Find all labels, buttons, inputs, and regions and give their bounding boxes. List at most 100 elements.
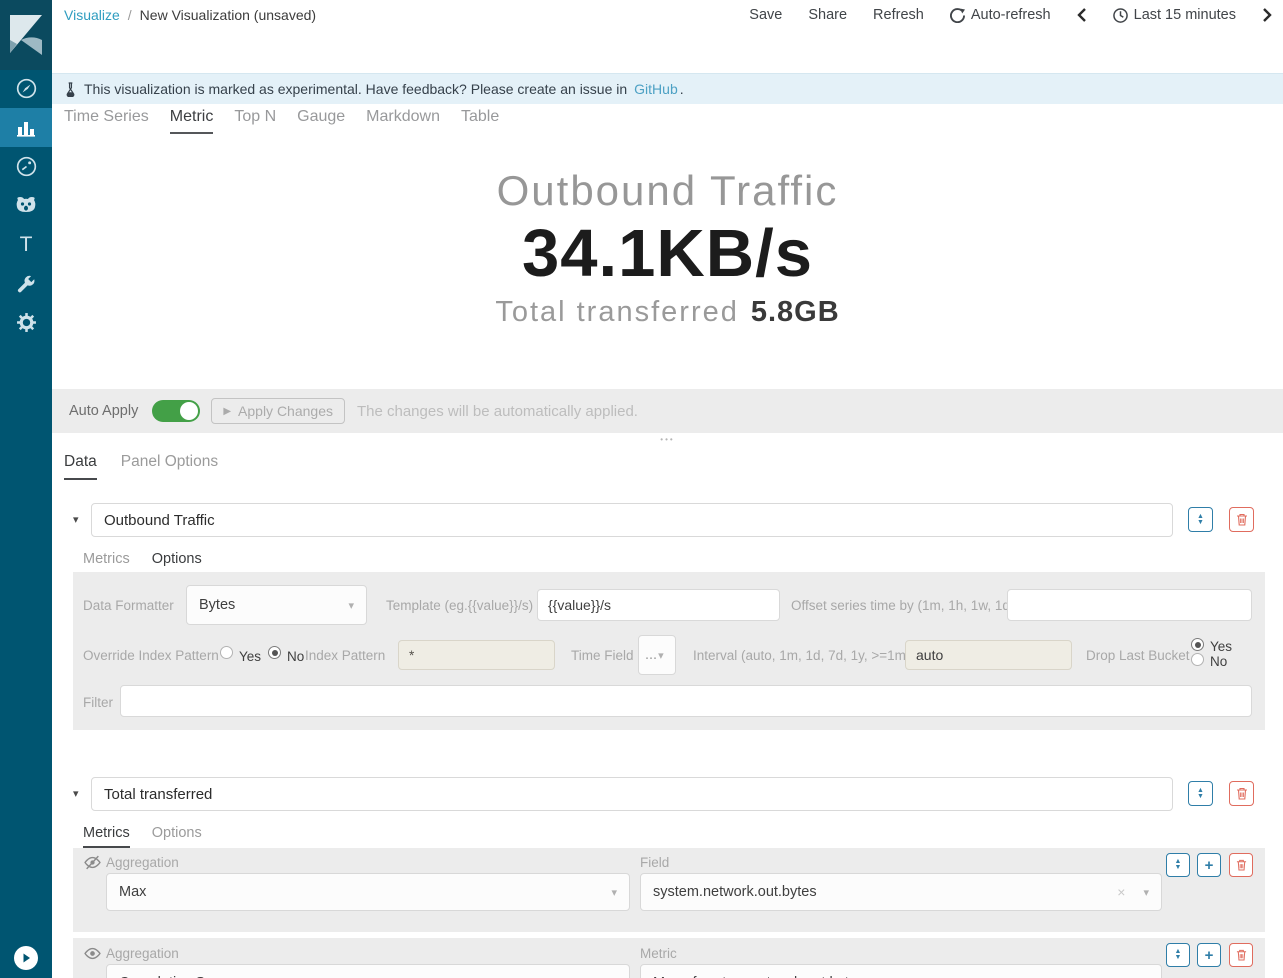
metric-delete-button[interactable] xyxy=(1229,943,1253,967)
override-no-radio[interactable] xyxy=(268,646,281,659)
drop-no-radio[interactable] xyxy=(1191,653,1204,666)
chevron-right-icon xyxy=(1262,8,1272,22)
sidebar: T xyxy=(0,0,52,978)
play-icon xyxy=(21,953,31,963)
tab-metric[interactable]: Metric xyxy=(170,108,214,134)
sidebar-collapse-button[interactable] xyxy=(14,946,38,970)
tab-panel-options[interactable]: Panel Options xyxy=(121,453,218,480)
sort-arrows-icon: ▲▼ xyxy=(1175,859,1182,871)
sidebar-item-monitoring[interactable] xyxy=(0,186,52,225)
field-value: system.network.out.bytes xyxy=(653,884,817,900)
play-icon: ▶ xyxy=(223,406,231,417)
series1-tab-options[interactable]: Options xyxy=(152,551,202,574)
face-icon xyxy=(15,196,37,216)
save-button[interactable]: Save xyxy=(749,7,782,23)
metric-combo[interactable]: Max of system network out bytes × ▾ xyxy=(640,964,1162,978)
series1-tab-metrics[interactable]: Metrics xyxy=(83,551,130,574)
tab-time-series[interactable]: Time Series xyxy=(64,108,149,134)
metric-secondary-label: Total transferred xyxy=(495,296,739,328)
override-yes-radio[interactable] xyxy=(220,646,233,659)
experimental-banner: This visualization is marked as experime… xyxy=(52,73,1283,104)
series1-sub-tabs: Metrics Options xyxy=(83,551,202,574)
series2-collapse-caret[interactable]: ▾ xyxy=(73,787,79,800)
tab-table[interactable]: Table xyxy=(461,108,499,134)
filter-label: Filter xyxy=(83,695,113,710)
github-link[interactable]: GitHub xyxy=(634,81,678,97)
offset-input[interactable] xyxy=(1007,589,1252,621)
data-formatter-select[interactable]: Bytes ▾ xyxy=(186,585,367,625)
sort-arrows-icon: ▲▼ xyxy=(1197,514,1204,526)
aggregation-select[interactable]: Cumulative Sum ▾ xyxy=(106,964,630,978)
tab-gauge[interactable]: Gauge xyxy=(297,108,345,134)
metric-sort-button[interactable]: ▲▼ xyxy=(1166,943,1190,967)
kibana-logo[interactable] xyxy=(0,0,52,70)
eye-icon[interactable] xyxy=(84,945,101,967)
series2-tab-metrics[interactable]: Metrics xyxy=(83,825,130,848)
override-index-pattern-label: Override Index Pattern xyxy=(83,648,219,663)
tab-markdown[interactable]: Markdown xyxy=(366,108,440,134)
field-label: Field xyxy=(640,855,669,870)
share-button[interactable]: Share xyxy=(808,7,847,23)
series2-label-input[interactable] xyxy=(91,777,1173,811)
eye-slash-icon[interactable] xyxy=(84,854,101,876)
time-picker-button[interactable]: Last 15 minutes xyxy=(1113,7,1236,23)
auto-apply-toggle[interactable] xyxy=(152,400,200,422)
sidebar-item-visualize[interactable] xyxy=(0,108,52,147)
refresh-button[interactable]: Refresh xyxy=(873,7,924,23)
sidebar-item-discover[interactable] xyxy=(0,69,52,108)
field-combo[interactable]: system.network.out.bytes × ▾ xyxy=(640,873,1162,911)
tab-data[interactable]: Data xyxy=(64,453,97,480)
series2-tab-options[interactable]: Options xyxy=(152,825,202,848)
plus-icon: + xyxy=(1205,948,1214,963)
sidebar-item-dashboard[interactable] xyxy=(0,147,52,186)
metric-row: Aggregation Max ▾ Field system.network.o… xyxy=(73,848,1265,932)
override-no-label[interactable]: No xyxy=(287,649,304,664)
apply-changes-button[interactable]: ▶ Apply Changes xyxy=(211,398,345,424)
data-formatter-value: Bytes xyxy=(199,597,235,613)
series1-collapse-caret[interactable]: ▾ xyxy=(73,513,79,526)
metric-sort-button[interactable]: ▲▼ xyxy=(1166,853,1190,877)
series1-label-input[interactable] xyxy=(91,503,1173,537)
sidebar-item-timelion[interactable]: T xyxy=(0,225,52,264)
series2-delete-button[interactable] xyxy=(1229,781,1254,806)
filter-input[interactable] xyxy=(120,685,1252,717)
data-formatter-label: Data Formatter xyxy=(83,598,174,613)
panel-drag-handle[interactable]: ••• xyxy=(52,435,1283,444)
chevron-down-icon: ▾ xyxy=(1143,886,1149,899)
interval-input[interactable] xyxy=(905,640,1072,670)
aggregation-select[interactable]: Max ▾ xyxy=(106,873,630,911)
auto-refresh-button[interactable]: Auto-refresh xyxy=(950,7,1051,23)
letter-t-icon: T xyxy=(20,233,33,257)
drop-no-label[interactable]: No xyxy=(1210,654,1227,669)
drop-yes-radio[interactable] xyxy=(1191,638,1204,651)
template-input[interactable] xyxy=(537,589,780,621)
override-yes-label[interactable]: Yes xyxy=(239,649,261,664)
index-pattern-input[interactable] xyxy=(398,640,555,670)
topbar-actions: Save Share Refresh Auto-refresh xyxy=(749,7,1272,23)
trash-icon xyxy=(1236,513,1248,526)
breadcrumb-visualize-link[interactable]: Visualize xyxy=(64,7,120,23)
drop-yes-label[interactable]: Yes xyxy=(1210,639,1232,654)
series2-sort-button[interactable]: ▲▼ xyxy=(1188,781,1213,806)
time-field-select[interactable]: ... ▾ xyxy=(638,635,676,675)
clear-field-icon[interactable]: × xyxy=(1117,884,1125,900)
sidebar-item-management[interactable] xyxy=(0,303,52,342)
metric-add-button[interactable]: + xyxy=(1197,853,1221,877)
kibana-logo-icon xyxy=(8,13,44,57)
metric-primary-value: 34.1KB/s xyxy=(52,215,1283,292)
metric-add-button[interactable]: + xyxy=(1197,943,1221,967)
time-range-label: Last 15 minutes xyxy=(1134,7,1236,23)
aggregation-value: Max xyxy=(119,884,146,900)
metric-delete-button[interactable] xyxy=(1229,853,1253,877)
top-bar: Visualize / New Visualization (unsaved) … xyxy=(52,0,1283,73)
series1-sort-button[interactable]: ▲▼ xyxy=(1188,507,1213,532)
toggle-knob xyxy=(180,402,198,420)
tab-top-n[interactable]: Top N xyxy=(234,108,276,134)
series1-delete-button[interactable] xyxy=(1229,507,1254,532)
time-forward-button[interactable] xyxy=(1262,8,1272,22)
metric-secondary: Total transferred5.8GB xyxy=(52,296,1283,329)
offset-label: Offset series time by (1m, 1h, 1w, 1d) xyxy=(791,598,1014,613)
time-back-button[interactable] xyxy=(1077,8,1087,22)
sidebar-item-dev-tools[interactable] xyxy=(0,264,52,303)
auto-apply-hint: The changes will be automatically applie… xyxy=(357,403,638,420)
